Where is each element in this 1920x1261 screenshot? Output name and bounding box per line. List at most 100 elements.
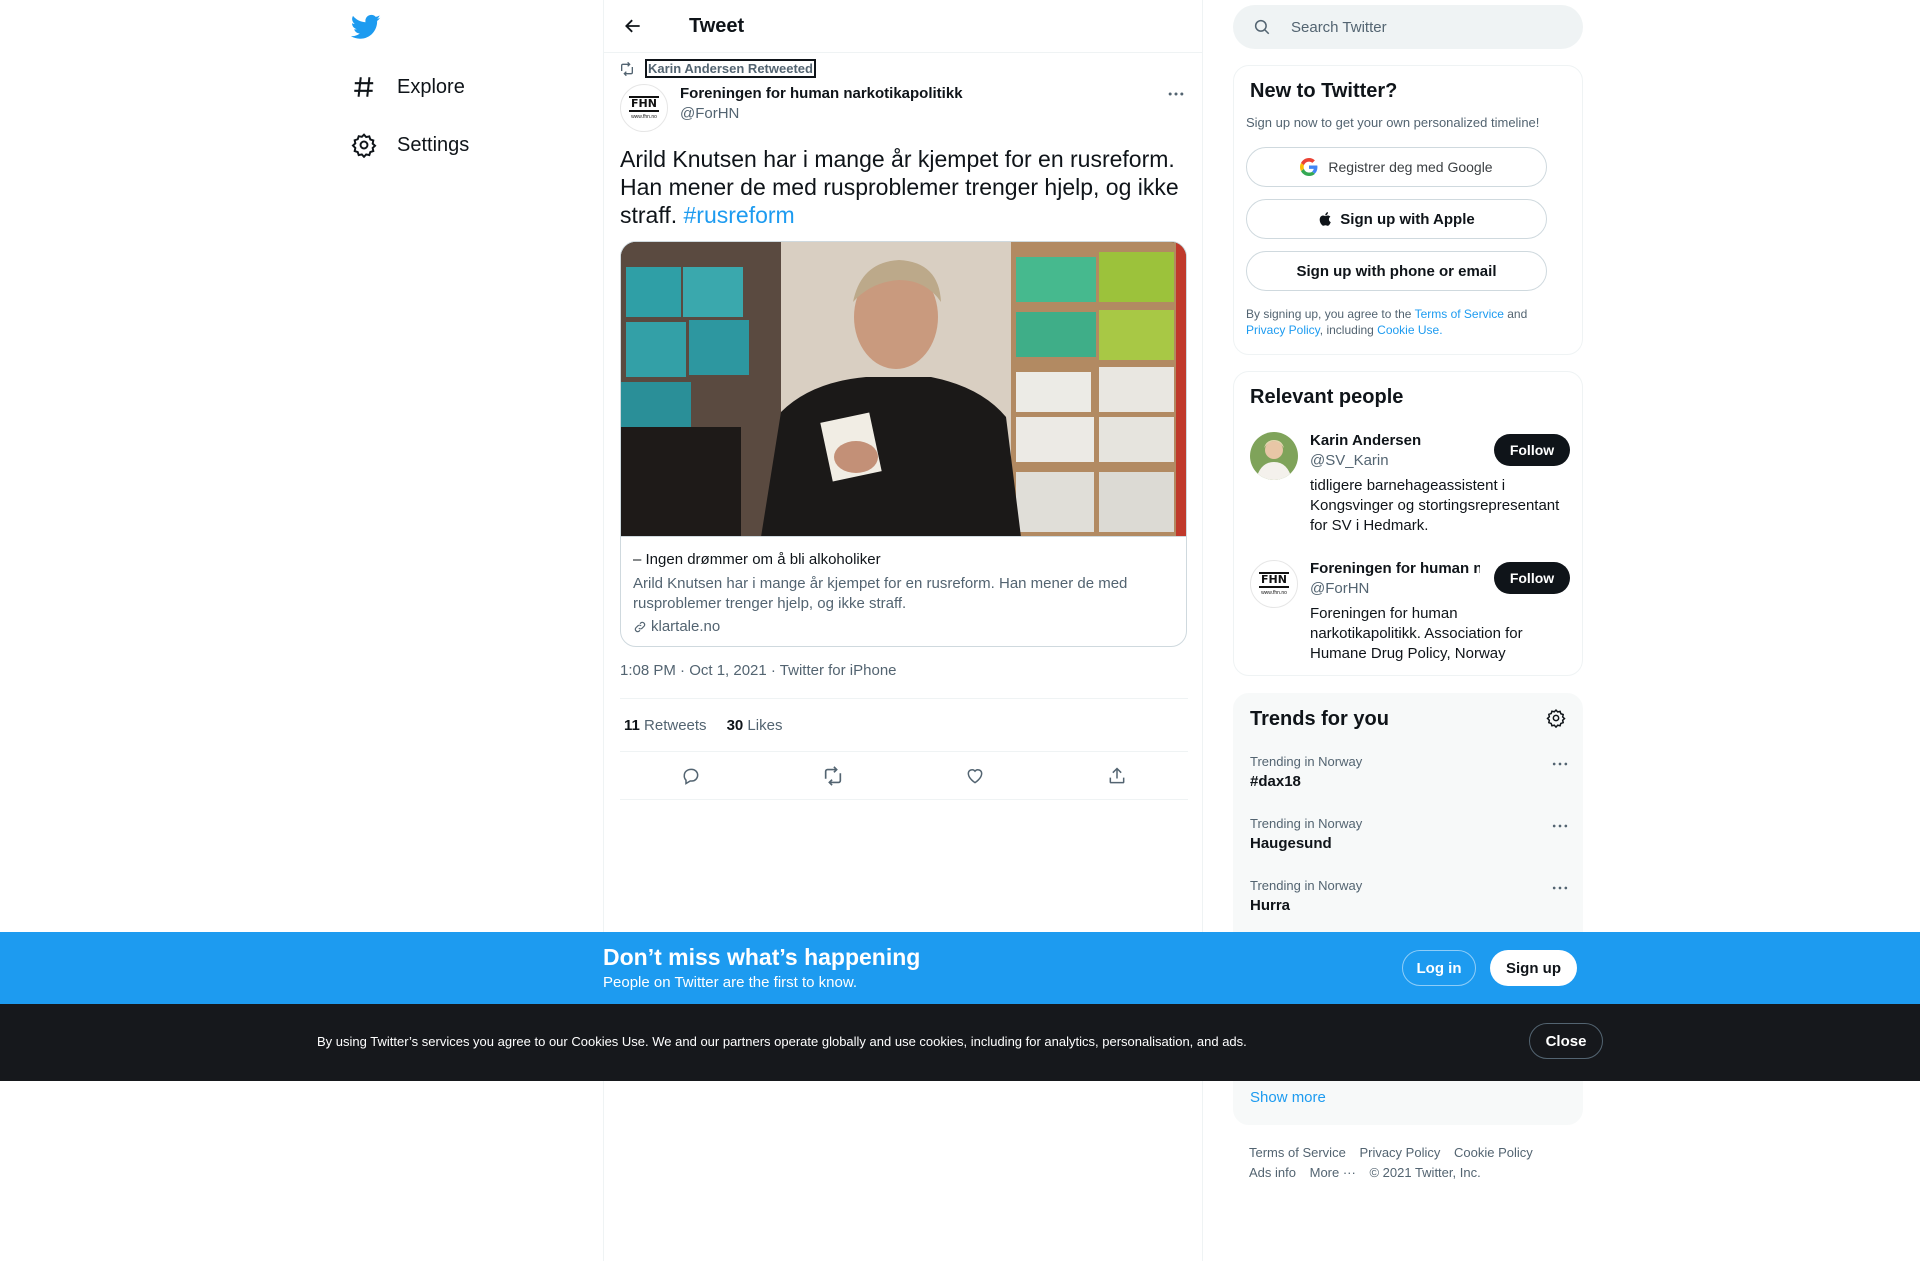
- apple-signup-button[interactable]: Sign up with Apple: [1246, 199, 1547, 239]
- tweet-text: Arild Knutsen har i mange år kjempet for…: [620, 145, 1188, 229]
- avatar[interactable]: FHN www.fhn.no: [1250, 560, 1298, 608]
- person-name[interactable]: Karin Andersen: [1310, 432, 1480, 449]
- heart-icon: [965, 766, 985, 786]
- search-icon: [1253, 18, 1271, 36]
- fhn-url: www.fhn.no: [1261, 590, 1287, 596]
- avatar[interactable]: FHN www.fhn.no: [620, 84, 668, 132]
- google-signup-label: Registrer deg med Google: [1328, 159, 1493, 175]
- person-card[interactable]: FHN www.fhn.no Foreningen for human nark…: [1250, 560, 1570, 670]
- person-name[interactable]: Foreningen for human narkotikapolitikk: [1310, 560, 1480, 577]
- new-to-twitter-panel: New to Twitter? Sign up now to get your …: [1233, 65, 1583, 355]
- arrow-left-icon: [623, 16, 643, 36]
- google-icon: [1300, 158, 1318, 176]
- trend-item[interactable]: Trending in Norway Haugesund: [1250, 816, 1570, 852]
- privacy-policy-link[interactable]: Privacy Policy: [1246, 323, 1320, 337]
- twitter-bird-icon[interactable]: [351, 12, 381, 42]
- gear-icon: [1546, 708, 1566, 728]
- more-dots-icon: [1166, 84, 1186, 104]
- back-button[interactable]: [616, 9, 650, 43]
- page-title: Tweet: [689, 14, 745, 37]
- avatar[interactable]: [1250, 432, 1298, 480]
- share-icon: [1107, 766, 1127, 786]
- retweets-count: 11: [624, 716, 640, 734]
- trend-context: Trending in Norway: [1250, 816, 1363, 831]
- panel-subtitle: Sign up now to get your own personalized…: [1246, 115, 1540, 130]
- terms-of-service-link[interactable]: Terms of Service: [1415, 307, 1504, 321]
- search-bar[interactable]: [1233, 5, 1583, 49]
- show-more-link[interactable]: Show more: [1250, 1089, 1326, 1106]
- banner-title: Don’t miss what’s happening: [603, 944, 921, 970]
- share-button[interactable]: [1100, 759, 1134, 793]
- apple-signup-label: Sign up with Apple: [1340, 210, 1475, 228]
- footer-link[interactable]: Privacy Policy: [1359, 1145, 1440, 1160]
- trends-settings-button[interactable]: [1546, 708, 1566, 728]
- person-handle[interactable]: @SV_Karin: [1310, 452, 1389, 469]
- card-title: – Ingen drømmer om å bli alkoholiker: [633, 551, 881, 568]
- trend-name: Haugesund: [1250, 835, 1332, 852]
- hashtag-icon: [351, 74, 377, 100]
- footer-link[interactable]: Terms of Service: [1249, 1145, 1346, 1160]
- tweet-header: Tweet: [604, 0, 1202, 53]
- cookie-bar: By using Twitter’s services you agree to…: [0, 1004, 1920, 1081]
- cookie-close-button[interactable]: Close: [1529, 1023, 1603, 1059]
- google-signup-button[interactable]: Registrer deg med Google: [1246, 147, 1547, 187]
- person-card[interactable]: Karin Andersen @SV_Karin Follow tidliger…: [1250, 432, 1570, 542]
- retweets-stat[interactable]: 11 Retweets: [624, 717, 707, 734]
- footer-more-link[interactable]: More ···: [1310, 1165, 1356, 1180]
- phone-email-signup-button[interactable]: Sign up with phone or email: [1246, 251, 1547, 291]
- nav-item-explore[interactable]: Explore: [351, 67, 465, 107]
- card-description: Arild Knutsen har i mange år kjempet for…: [633, 575, 1128, 612]
- follow-button[interactable]: Follow: [1494, 434, 1570, 466]
- cookie-use-link[interactable]: Cookie Use.: [1377, 323, 1442, 337]
- more-options-button[interactable]: [1166, 84, 1186, 104]
- tweet-stats: 11 Retweets 30 Likes: [620, 698, 1188, 752]
- tweet-author: FHN www.fhn.no Foreningen for human nark…: [620, 84, 963, 132]
- likes-stat[interactable]: 30 Likes: [727, 717, 783, 734]
- login-button[interactable]: Log in: [1402, 950, 1476, 986]
- card-domain: klartale.no: [633, 618, 1174, 635]
- more-dots-icon[interactable]: [1550, 754, 1570, 774]
- signup-terms: By signing up, you agree to the Terms of…: [1246, 306, 1566, 338]
- fhn-logo: FHN: [1259, 572, 1289, 588]
- person-handle[interactable]: @ForHN: [1310, 580, 1369, 597]
- signup-button[interactable]: Sign up: [1490, 950, 1577, 986]
- trend-item[interactable]: Trending in Norway Hurra: [1250, 878, 1570, 914]
- footer-link[interactable]: Cookie Policy: [1454, 1145, 1533, 1160]
- nav-item-settings[interactable]: Settings: [351, 125, 469, 165]
- banner-subtitle: People on Twitter are the first to know.: [603, 974, 858, 991]
- author-handle[interactable]: @ForHN: [680, 105, 963, 122]
- retweets-label: Retweets: [644, 716, 707, 734]
- follow-button[interactable]: Follow: [1494, 562, 1570, 594]
- card-domain-text: klartale.no: [651, 618, 721, 635]
- trend-name: Hurra: [1250, 897, 1291, 914]
- panel-title: Trends for you: [1250, 708, 1389, 730]
- trend-context: Trending in Norway: [1250, 754, 1363, 769]
- cookie-text: By using Twitter’s services you agree to…: [317, 1034, 1247, 1049]
- footer-link[interactable]: Ads info: [1249, 1165, 1296, 1180]
- hashtag-link[interactable]: #rusreform: [684, 202, 795, 228]
- nav-item-label: Explore: [397, 75, 465, 98]
- more-dots-icon[interactable]: [1550, 878, 1570, 898]
- more-dots-icon[interactable]: [1550, 816, 1570, 836]
- reply-button[interactable]: [674, 759, 708, 793]
- retweeter-link[interactable]: Karin Andersen Retweeted: [645, 59, 816, 78]
- link-icon: [633, 620, 647, 634]
- apple-icon: [1318, 210, 1334, 228]
- link-card[interactable]: – Ingen drømmer om å bli alkoholiker Ari…: [620, 241, 1187, 647]
- tweet-timestamp[interactable]: 1:08 PM · Oct 1, 2021 · Twitter for iPho…: [620, 662, 897, 679]
- likes-label: Likes: [747, 716, 783, 734]
- retweet-indicator: Karin Andersen Retweeted: [619, 59, 816, 78]
- search-input[interactable]: [1291, 18, 1541, 36]
- terms-and: and: [1503, 307, 1528, 321]
- trend-context: Trending in Norway: [1250, 878, 1363, 893]
- fhn-url: www.fhn.no: [631, 114, 657, 120]
- trend-item[interactable]: Trending in Norway #dax18: [1250, 754, 1570, 790]
- like-button[interactable]: [958, 759, 992, 793]
- fhn-logo: FHN: [629, 96, 659, 112]
- retweet-icon: [619, 61, 635, 77]
- tweet-actions: [620, 752, 1188, 800]
- author-name[interactable]: Foreningen for human narkotikapolitikk: [680, 85, 963, 102]
- relevant-people-panel: Relevant people Karin Andersen @SV_Karin…: [1233, 371, 1583, 676]
- retweet-button[interactable]: [816, 759, 850, 793]
- person-bio: Foreningen for human narkotikapolitikk. …: [1310, 605, 1523, 662]
